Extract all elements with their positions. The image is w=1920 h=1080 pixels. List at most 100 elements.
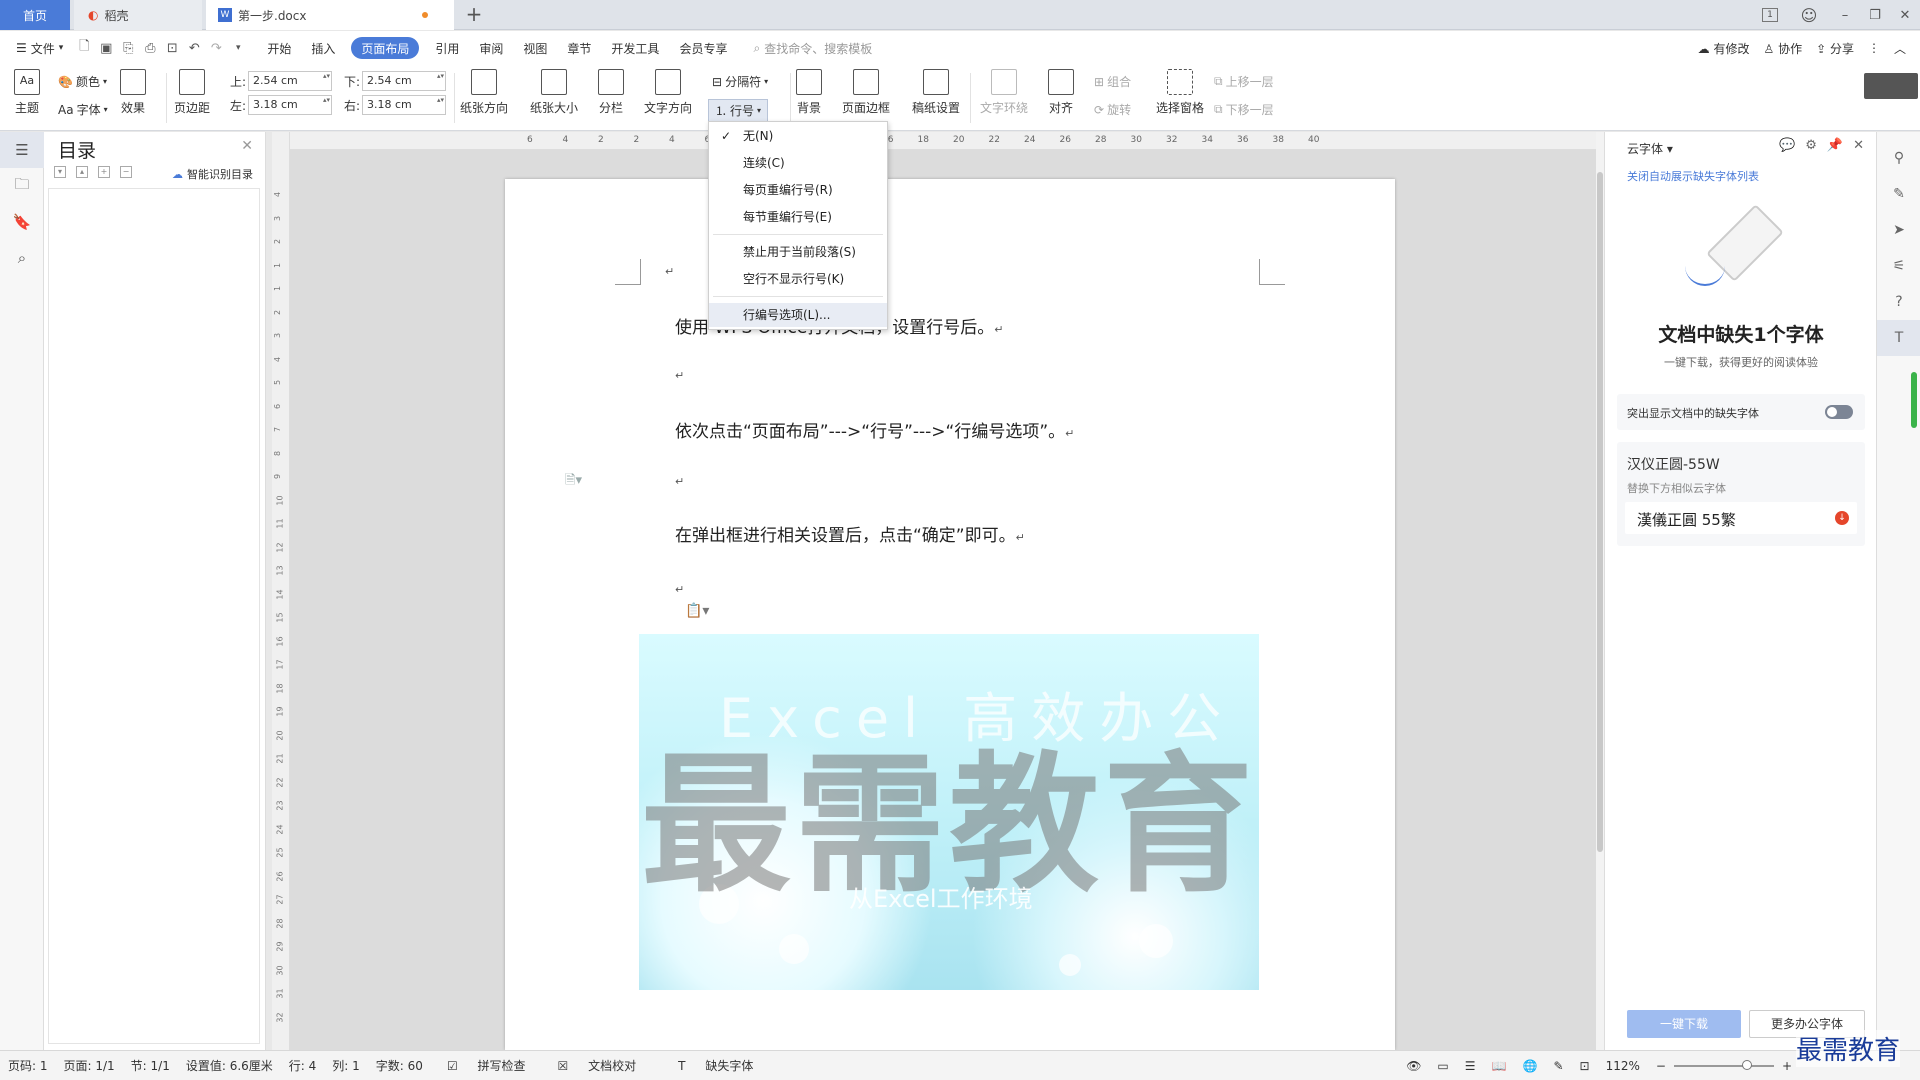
tab-home[interactable]: 首页 xyxy=(0,0,70,30)
share-button[interactable]: ⇪ 分享 xyxy=(1816,40,1854,57)
more-icon[interactable]: ⋮ xyxy=(1868,41,1880,55)
menu-member[interactable]: 会员专享 xyxy=(669,31,737,65)
file-menu[interactable]: ☰ 文件 ▾ xyxy=(0,31,73,65)
menu-item-hide-blank[interactable]: 空行不显示行号(K) xyxy=(709,267,887,291)
toc-nav-icon[interactable]: ☰ xyxy=(0,132,44,168)
send-backward-button[interactable]: ⧉ 下移一层 xyxy=(1214,101,1274,118)
chat-icon[interactable]: 💬 xyxy=(1779,138,1795,153)
scrollbar-thumb[interactable] xyxy=(1597,172,1603,852)
color-button[interactable]: 🎨 颜色 ▾ xyxy=(58,73,107,90)
one-click-download-button[interactable]: 一键下载 xyxy=(1627,1010,1741,1038)
zoom-level[interactable]: 112% xyxy=(1598,1059,1648,1073)
bookmark-nav-icon[interactable]: 🔖 xyxy=(0,204,44,240)
bring-forward-button[interactable]: ⧉ 上移一层 xyxy=(1214,73,1274,90)
remove-icon[interactable]: − xyxy=(120,166,132,178)
pin-icon[interactable]: 📌 xyxy=(1827,138,1843,153)
search-nav-icon[interactable]: ⌕ xyxy=(0,240,44,276)
smart-toc-button[interactable]: ☁ 智能识别目录 xyxy=(172,166,253,182)
right-margin-input[interactable]: 3.18 cm xyxy=(362,95,446,115)
menu-start[interactable]: 开始 xyxy=(257,31,301,65)
zoom-out-button[interactable]: − xyxy=(1648,1059,1674,1073)
orientation-button[interactable]: 纸张方向 xyxy=(460,69,508,116)
sliders-icon[interactable]: ⚟ xyxy=(1877,248,1920,284)
zoom-slider-knob[interactable] xyxy=(1741,1059,1752,1070)
export-icon[interactable]: ⎘ xyxy=(117,31,139,65)
paper-size-button[interactable]: 纸张大小 xyxy=(530,69,578,116)
fit-icon[interactable]: ⊡ xyxy=(1572,1059,1598,1073)
pencil-icon[interactable]: ✎ xyxy=(1877,176,1920,212)
page-count-icon[interactable]: 1 xyxy=(1762,8,1778,22)
effect-button[interactable]: 效果 xyxy=(120,69,146,116)
link-icon[interactable]: ⚲ xyxy=(1877,140,1920,176)
page-border-button[interactable]: 页面边框 xyxy=(842,69,890,116)
menu-item-restart-page[interactable]: 每页重编行号(R) xyxy=(709,178,887,202)
doc-line-2[interactable]: 依次点击“页面布局”--->“行号”--->“行编号选项”。↵ xyxy=(675,417,1074,442)
avatar-icon[interactable]: ☺ xyxy=(1794,6,1824,25)
font-tool-icon[interactable]: T xyxy=(1877,320,1920,356)
save-icon[interactable]: ▣ xyxy=(95,31,117,65)
close-icon[interactable]: ✕ xyxy=(241,138,253,154)
download-badge-icon[interactable]: ↓ xyxy=(1835,511,1849,525)
customize-icon[interactable]: ▾ xyxy=(227,31,249,65)
menu-item-restart-section[interactable]: 每节重编行号(E) xyxy=(709,205,887,229)
menu-review[interactable]: 审阅 xyxy=(469,31,513,65)
tab-daoke[interactable]: ◐ 稻壳 xyxy=(74,0,202,30)
text-direction-button[interactable]: 文字方向 xyxy=(644,69,692,116)
bottom-margin-input[interactable]: 2.54 cm xyxy=(362,71,446,91)
selection-pane-button[interactable]: 选择窗格 xyxy=(1156,69,1204,116)
menu-references[interactable]: 引用 xyxy=(425,31,469,65)
menu-item-continuous[interactable]: 连续(C) xyxy=(709,151,887,175)
theme-button[interactable]: Aa 主题 xyxy=(14,69,40,116)
collapse-icon[interactable]: ▴ xyxy=(76,166,88,178)
grid-paper-button[interactable]: 稿纸设置 xyxy=(912,69,960,116)
menu-item-suppress[interactable]: 禁止用于当前段落(S) xyxy=(709,240,887,264)
minimize-button[interactable]: – xyxy=(1830,8,1860,23)
strip-scroll-indicator[interactable] xyxy=(1911,372,1917,428)
align-button[interactable]: 对齐 xyxy=(1048,69,1074,116)
hero-image[interactable]: Excel 高效办公 最需教育 从Excel工作环境 xyxy=(639,634,1259,990)
cursor-icon[interactable]: ➤ xyxy=(1877,212,1920,248)
document-page[interactable]: ↵ 使用 WPS Office打开文档，设置行号后。↵ ↵ 依次点击“页面布局”… xyxy=(505,179,1395,1050)
menu-item-none[interactable]: ✓ 无(N) xyxy=(709,124,887,148)
spell-check-button[interactable]: ☑ 拼写检查 xyxy=(431,1057,542,1074)
close-auto-list-link[interactable]: 关闭自动展示缺失字体列表 xyxy=(1627,168,1759,184)
tab-document[interactable]: W 第一步.docx xyxy=(206,0,454,30)
rotate-button[interactable]: ⟳ 旋转 xyxy=(1094,101,1131,118)
gear-icon[interactable]: ⚙ xyxy=(1805,138,1817,153)
close-icon[interactable]: ✕ xyxy=(1853,138,1864,153)
font-button[interactable]: Aa 字体 ▾ xyxy=(58,101,108,118)
line-numbers-button[interactable]: ⒈ 行号 ▾ xyxy=(708,99,769,122)
new-doc-icon[interactable]: 🗋 xyxy=(73,31,95,65)
preview-icon[interactable]: ⊡ xyxy=(161,31,183,65)
top-margin-input[interactable]: 2.54 cm xyxy=(248,71,332,91)
menu-insert[interactable]: 插入 xyxy=(301,31,345,65)
expand-icon[interactable]: ▾ xyxy=(54,166,66,178)
web-view-icon[interactable]: 🌐 xyxy=(1514,1059,1545,1073)
undo-icon[interactable]: ↶ xyxy=(183,31,205,65)
write-view-icon[interactable]: ✎ xyxy=(1545,1059,1571,1073)
menu-view[interactable]: 视图 xyxy=(513,31,557,65)
print-icon[interactable]: ⎙ xyxy=(139,31,161,65)
menu-chapter[interactable]: 章节 xyxy=(557,31,601,65)
outline-view-icon[interactable]: ☰ xyxy=(1457,1059,1484,1073)
collapse-ribbon-icon[interactable]: ︿ xyxy=(1894,40,1906,57)
zoom-slider[interactable] xyxy=(1673,1059,1774,1070)
page-view-icon[interactable]: ▭ xyxy=(1429,1059,1456,1073)
menu-developer[interactable]: 开发工具 xyxy=(601,31,669,65)
breaks-button[interactable]: ⊟ 分隔符 ▾ xyxy=(712,73,768,90)
help-icon[interactable]: ? xyxy=(1877,284,1920,320)
left-margin-input[interactable]: 3.18 cm xyxy=(248,95,332,115)
command-search[interactable]: ⌕ 查找命令、搜索模板 xyxy=(737,40,872,57)
menu-item-line-number-options[interactable]: 行编号选项(L)... xyxy=(709,303,887,327)
doc-line-3[interactable]: 在弹出框进行相关设置后，点击“确定”即可。↵ xyxy=(675,521,1025,546)
modified-button[interactable]: ☁ 有修改 xyxy=(1698,40,1750,57)
group-button[interactable]: ⊞ 组合 xyxy=(1094,73,1131,90)
missing-font-button[interactable]: T 缺失字体 xyxy=(662,1057,769,1074)
highlight-toggle[interactable] xyxy=(1825,405,1853,419)
panel-header[interactable]: 云字体 ▾ xyxy=(1627,140,1673,157)
new-tab-button[interactable]: + xyxy=(462,2,486,26)
margin-button[interactable]: 页边距 xyxy=(174,69,210,116)
add-icon[interactable]: + xyxy=(98,166,110,178)
folder-nav-icon[interactable]: 🗀 xyxy=(0,168,44,204)
vertical-scrollbar[interactable] xyxy=(1596,132,1604,1050)
